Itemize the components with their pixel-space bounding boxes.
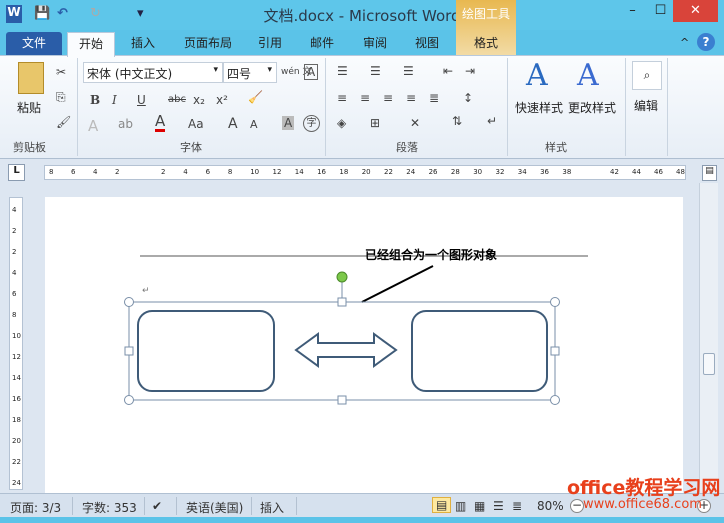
tab-home[interactable]: 开始 [67,32,115,57]
outline-icon[interactable]: ☰ [493,499,504,513]
watermark-url: www.office68.com [583,497,702,512]
paragraph-mark: ↵ [142,286,150,296]
full-screen-reading-icon[interactable]: ▥ [455,499,466,513]
draft-icon[interactable]: ≣ [512,499,522,513]
tab-format[interactable]: 格式 [466,32,506,56]
proofing-icon[interactable]: ✔ [152,499,162,513]
zoom-level[interactable]: 80% [537,499,564,513]
vertical-scrollbar[interactable] [699,183,718,493]
drawing-canvas [124,255,588,405]
annotation-label: 已经组合为一个图形对象 [365,248,498,262]
callout-line [361,265,434,303]
page-count[interactable]: 页面: 3/3 [10,499,61,516]
zoom-out-button[interactable]: − [570,499,584,513]
double-arrow-shape [294,332,398,368]
language-status[interactable]: 英语(美国) [186,499,243,516]
insert-mode[interactable]: 插入 [260,499,284,516]
rotation-handle[interactable] [336,271,348,283]
print-layout-icon[interactable]: ▤ [432,497,452,513]
word-count[interactable]: 字数: 353 [82,499,137,516]
watermark-title: office教程学习网 [567,477,721,499]
web-layout-icon[interactable]: ▦ [474,499,485,513]
scrollbar-thumb[interactable] [703,353,715,375]
right-rounded-rectangle [411,310,548,392]
left-rounded-rectangle [137,310,275,392]
